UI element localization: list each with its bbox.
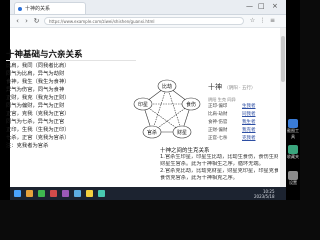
section-body: 1.官杀生印星，印星生比劫，比劫生食伤，食伤生财星， 财星生官杀。此为十神相生之…	[160, 154, 278, 182]
section-line: 2.官杀克比劫，比劫克财星，财星克印星，印星克食伤，	[160, 168, 278, 174]
document-title: 十神基础与六亲关系	[6, 50, 83, 60]
window-minimize-button[interactable]: —	[246, 2, 254, 11]
tab-active[interactable]: 十神的关系 ×	[14, 2, 86, 14]
ten-gods-table: 阴阳 生克 同异 正印·偏印 生我者 比肩·劫财 同我者 食神·伤官 我生者 正…	[208, 96, 280, 143]
favorites-icon	[288, 145, 298, 154]
cycle-arrows	[142, 85, 192, 133]
body-line: 注：克我者为官杀	[6, 143, 49, 149]
table-cell: 比肩·劫财	[208, 112, 228, 117]
menu-icon[interactable]: ≡	[268, 16, 277, 26]
body-line: 同气为七杀，异气为正官	[6, 119, 65, 125]
section-line: 1.官杀生印星，印星生比劫，比劫生食伤，食伤生财星，	[160, 154, 278, 160]
table-row: 正官·七杀 克我者	[208, 135, 280, 143]
table-row: 比肩·劫财 同我者	[208, 111, 280, 119]
address-bar[interactable]: https://www.example.com/ziwei/shishen/gu…	[44, 17, 244, 25]
table-cell-link[interactable]: 生我者	[242, 103, 256, 111]
window-maximize-button[interactable]: □	[258, 2, 266, 11]
forward-button[interactable]: ›	[22, 16, 31, 26]
table-row: 正印·偏印 生我者	[208, 103, 280, 111]
body-line: 同气为比肩，异气为劫财	[6, 71, 65, 77]
body-line: 比肩，我同（同我者比肩）	[6, 63, 70, 69]
taskbar: 10:25 2023/5/18	[10, 187, 286, 200]
file-explorer-icon[interactable]	[26, 190, 33, 197]
favorites-button[interactable]: 收藏夹	[286, 145, 300, 163]
notes-app-icon[interactable]	[86, 190, 93, 197]
table-cell: 食神·伤官	[208, 120, 228, 125]
body-line: 正财，我克（我克为正财）	[6, 95, 70, 101]
back-button[interactable]: ‹	[13, 16, 22, 26]
table-row: 食神·伤官 我生者	[208, 119, 280, 127]
start-icon[interactable]	[14, 190, 21, 197]
table-cell-link[interactable]: 同我者	[242, 111, 256, 119]
table-row: 正财·偏财 我克者	[208, 127, 280, 135]
scrollbar-thumb[interactable]	[281, 36, 285, 82]
screen: 十神的关系 × — □ × ‹ › ↻ https://www.example.…	[0, 0, 300, 200]
screenshot-icon	[288, 119, 298, 128]
section-heading: 十神之间的生克关系	[160, 148, 210, 154]
body-line: 七杀，正官（克我为官杀）	[6, 135, 70, 141]
clock-date: 2023/5/18	[254, 194, 275, 199]
browser-icon[interactable]	[38, 190, 45, 197]
tab-title: 十神的关系	[25, 6, 51, 12]
table-cell: 正财·偏财	[208, 128, 228, 133]
table-cell-link[interactable]: 我克者	[242, 127, 256, 135]
media-app-icon[interactable]	[50, 190, 57, 197]
node-label: 食伤	[186, 101, 196, 108]
screenshot-tool-button[interactable]: 截图工具	[286, 119, 300, 139]
side-button-label: 收藏夹	[287, 154, 299, 159]
settings-app-icon[interactable]	[74, 190, 81, 197]
table-cell-link[interactable]: 我生者	[242, 119, 256, 127]
node-label: 财星	[177, 129, 187, 136]
diagram-nodes: 比劫 食伤 财星 官杀 印星	[133, 79, 201, 139]
floating-side-panel: 截图工具 收藏夹 设置	[286, 115, 300, 200]
node-label: 比劫	[162, 83, 172, 90]
body-line: 同气为偏财，异气为正财	[6, 103, 65, 109]
table-cell: 正官·七杀	[208, 136, 228, 141]
side-button-label: 设置	[289, 180, 297, 185]
section-line: 食伤克官杀，此为十神相克之序。	[160, 175, 238, 181]
tab-favicon-icon	[18, 7, 22, 11]
node-label: 印星	[138, 101, 148, 108]
right-panel-subtitle: （阴阳 · 五行）	[224, 86, 256, 91]
side-button-label: 截图工具	[287, 128, 299, 139]
navigation-bar: ‹ › ↻ https://www.example.com/ziwei/shis…	[10, 15, 286, 28]
ten-gods-cycle-diagram: 比劫 食伤 财星 官杀 印星	[133, 79, 201, 139]
body-line: 正官，克我（克我为正官）	[6, 111, 70, 117]
window-close-button[interactable]: ×	[272, 2, 280, 11]
chat-app-icon[interactable]	[62, 190, 69, 197]
body-line: 正印，生我（生我为正印）	[6, 127, 70, 133]
body-line: 异气为伤官，同气为食神	[6, 87, 65, 93]
star-icon[interactable]: ☆	[248, 16, 257, 26]
tab-close-icon[interactable]: ×	[85, 3, 86, 14]
mail-app-icon[interactable]	[98, 190, 105, 197]
body-line: 食神，我生（我生为食神）	[6, 79, 70, 85]
node-label: 官杀	[147, 129, 157, 136]
table-cell-link[interactable]: 克我者	[242, 135, 256, 143]
system-clock[interactable]: 10:25 2023/5/18	[254, 189, 275, 199]
table-cell: 正印·偏印	[208, 104, 228, 109]
refresh-button[interactable]: ↻	[32, 16, 41, 26]
section-line: 财星生官杀。此为十神相生之序，循环无端。	[160, 161, 264, 167]
title-divider	[6, 60, 136, 61]
document-body: 比肩，我同（同我者比肩） 同气为比肩，异气为劫财 食神，我生（我生为食神） 异气…	[6, 62, 118, 150]
table-header: 阴阳 生克 同异	[208, 97, 236, 102]
gear-icon	[288, 171, 298, 180]
extensions-icon[interactable]: ⋮	[258, 16, 267, 26]
settings-button[interactable]: 设置	[286, 171, 300, 189]
tab-bar: 十神的关系 × — □ ×	[10, 0, 286, 15]
right-panel-title: 十神 （阴阳 · 五行）	[208, 82, 256, 92]
right-panel-title-text: 十神	[208, 83, 222, 91]
